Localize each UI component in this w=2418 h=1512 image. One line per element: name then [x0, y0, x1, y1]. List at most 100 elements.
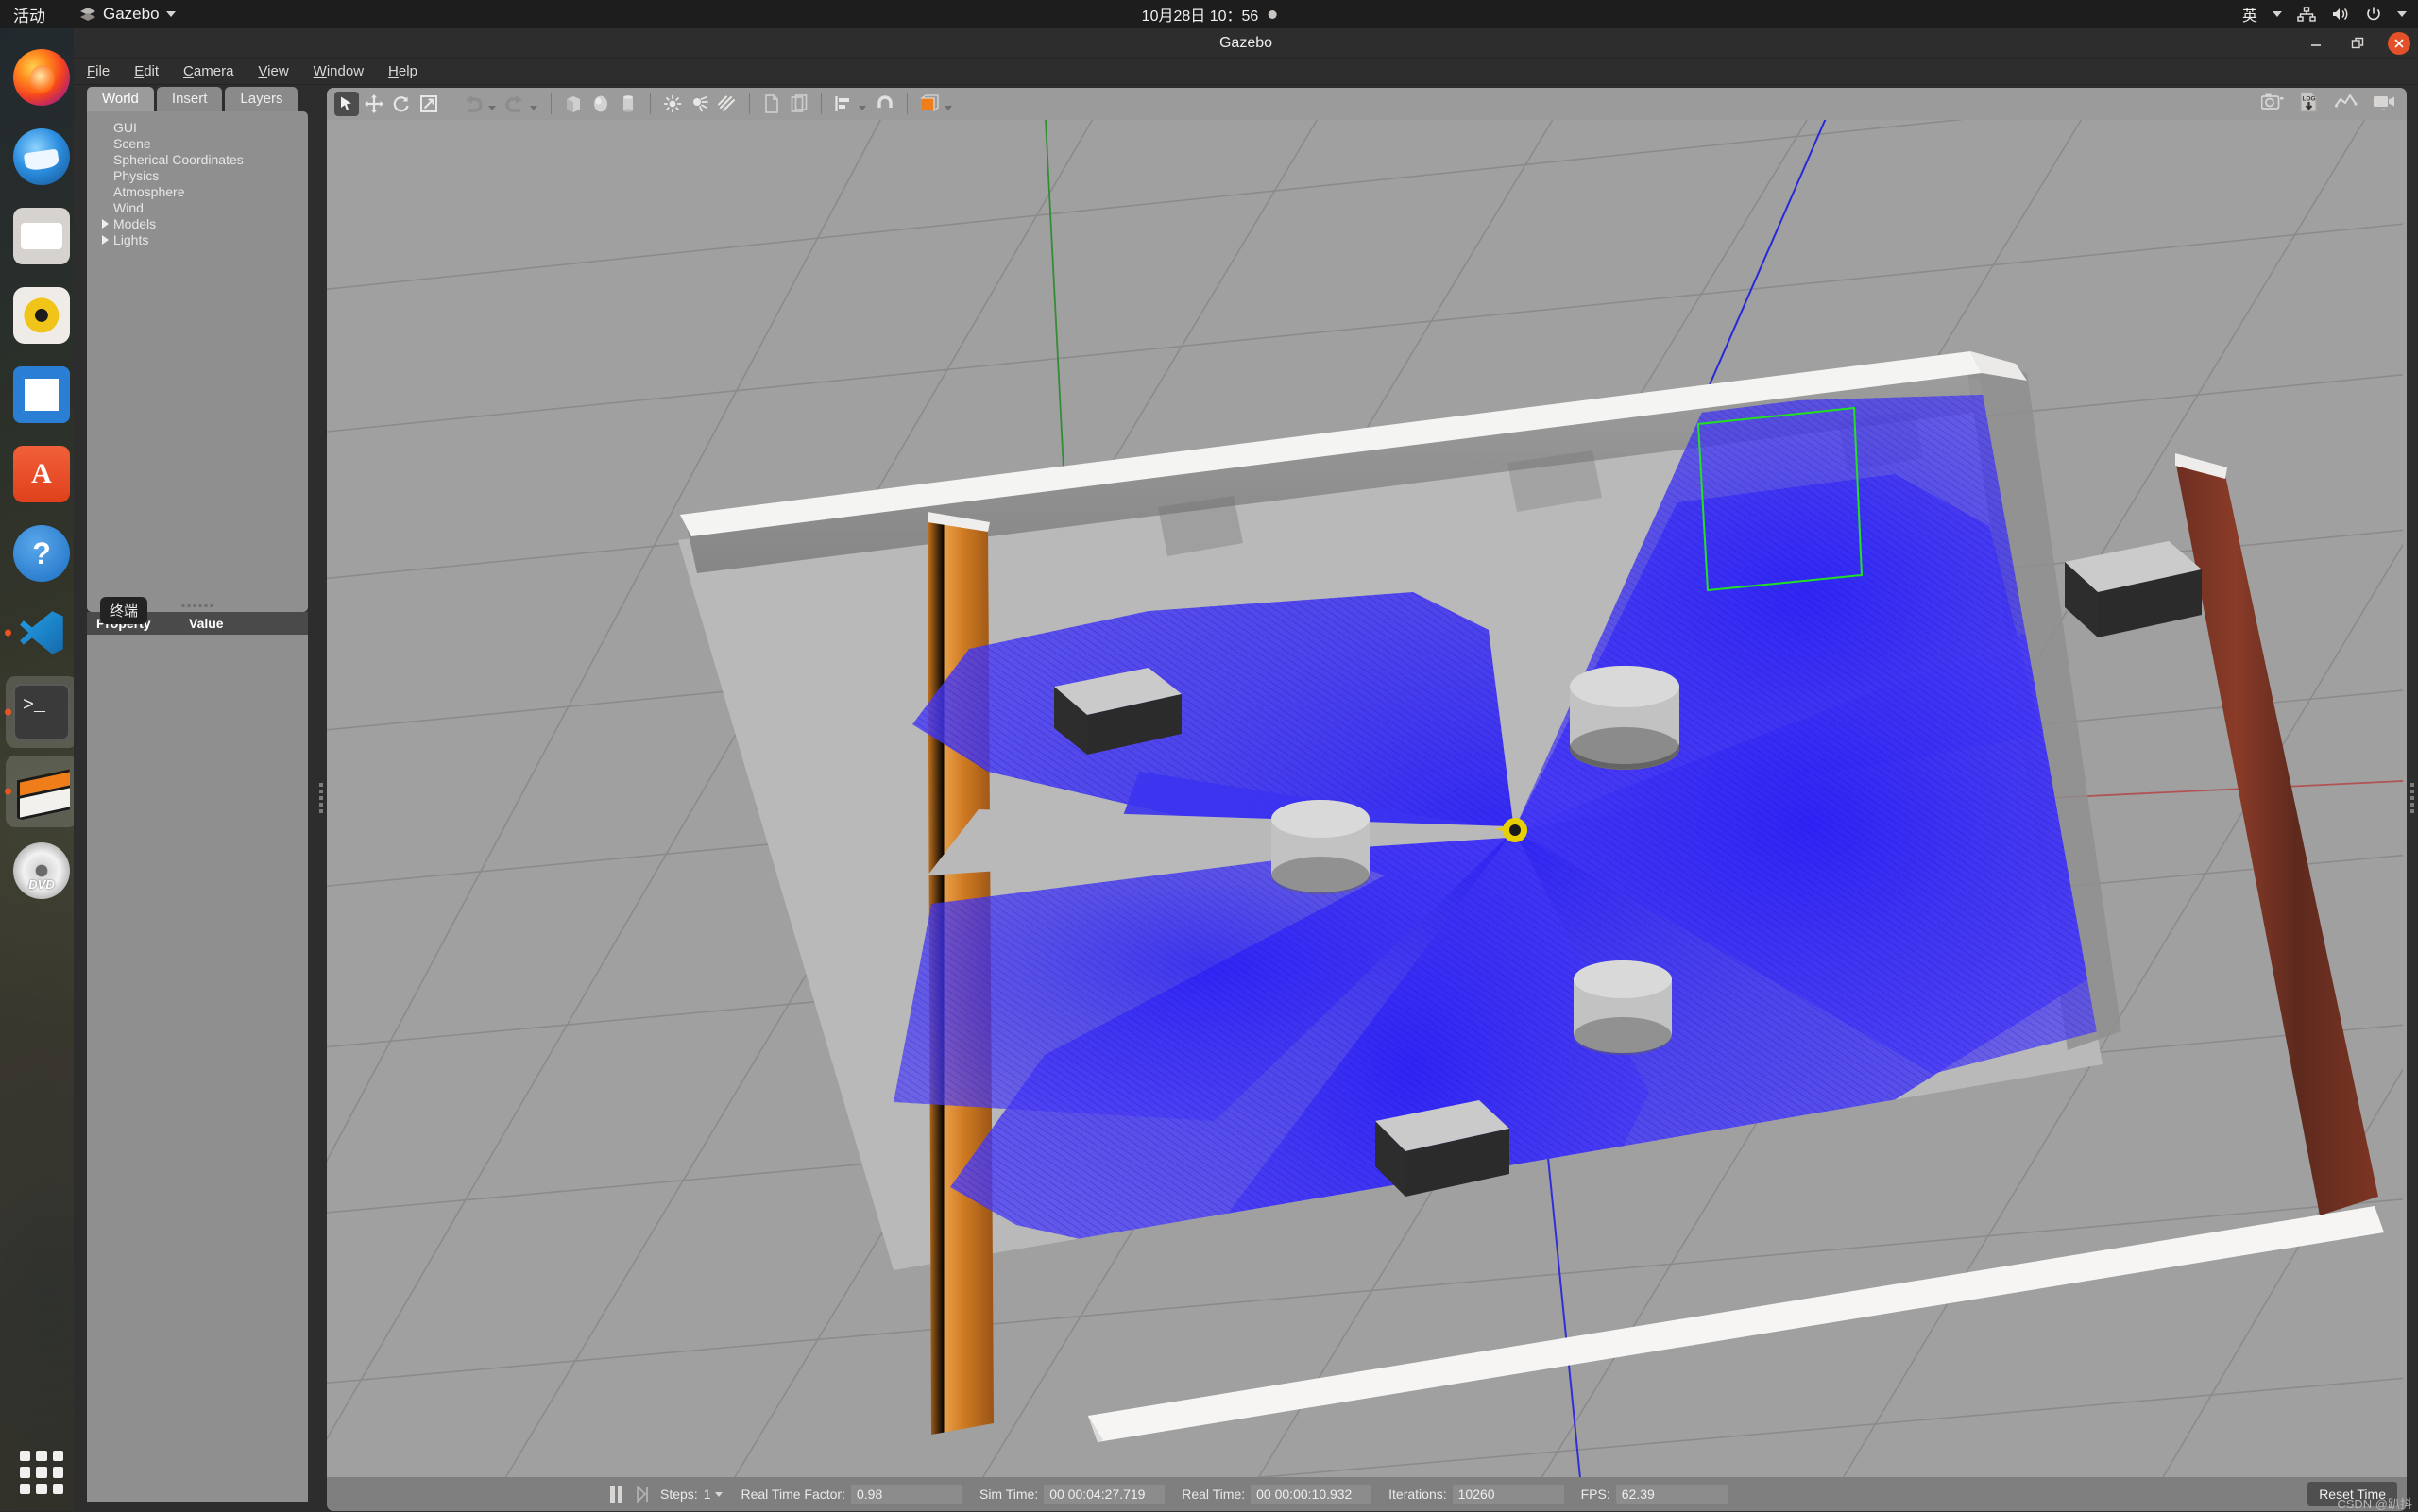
video-record-button[interactable]: [2373, 93, 2395, 115]
plot-button[interactable]: [2335, 93, 2358, 115]
align-button[interactable]: [831, 92, 856, 116]
select-tool-button[interactable]: [334, 92, 359, 116]
tab-world[interactable]: World: [87, 87, 154, 111]
steps-caret-icon[interactable]: [715, 1492, 723, 1497]
system-tray[interactable]: 英: [2242, 3, 2407, 25]
scale-tool-button[interactable]: [417, 92, 441, 116]
dock-item-terminal[interactable]: [6, 676, 77, 748]
menu-accel: E: [134, 63, 144, 79]
3d-viewport[interactable]: [327, 120, 2407, 1477]
translate-tool-button[interactable]: [362, 92, 386, 116]
world-tree[interactable]: GUI Scene Spherical Coordinates Physics …: [87, 111, 308, 612]
activities-button[interactable]: 活动: [13, 3, 45, 26]
apps-grid-dot: [36, 1451, 46, 1461]
menu-rest: amera: [194, 63, 234, 79]
app-menu-button[interactable]: Gazebo: [79, 5, 176, 24]
undo-button[interactable]: [461, 92, 485, 116]
dock-item-rhythmbox[interactable]: [6, 280, 77, 351]
dock-item-software[interactable]: [6, 438, 77, 510]
insert-box-button[interactable]: [561, 92, 586, 116]
directional-light-button[interactable]: [715, 92, 740, 116]
apps-grid-dot: [53, 1467, 63, 1477]
point-light-button[interactable]: [660, 92, 685, 116]
tree-item-physics[interactable]: Physics: [87, 167, 308, 183]
left-splitter[interactable]: [315, 85, 327, 1511]
input-method-label: 英: [2242, 3, 2257, 25]
insert-cylinder-button[interactable]: [616, 92, 640, 116]
paste-button[interactable]: [787, 92, 811, 116]
window-title-bar[interactable]: Gazebo: [74, 28, 2418, 59]
steps-spinner[interactable]: 1: [704, 1487, 723, 1502]
show-applications-button[interactable]: [20, 1451, 63, 1494]
dock-item-gazebo[interactable]: [6, 756, 77, 827]
menu-item-help[interactable]: Help: [388, 63, 417, 79]
chevron-right-icon[interactable]: [102, 235, 109, 245]
menu-item-edit[interactable]: Edit: [134, 63, 159, 79]
menu-rest: ile: [95, 63, 110, 79]
pause-button[interactable]: [610, 1486, 622, 1503]
insert-sphere-button[interactable]: [588, 92, 613, 116]
obstacle-cylinder: [1271, 800, 1370, 894]
close-button[interactable]: [2388, 32, 2410, 55]
menu-item-file[interactable]: File: [87, 63, 110, 79]
help-icon: [13, 525, 70, 582]
tab-insert[interactable]: Insert: [157, 87, 223, 111]
menu-accel: W: [314, 63, 327, 79]
rotate-tool-button[interactable]: [389, 92, 414, 116]
panel-resize-grip[interactable]: [182, 604, 213, 607]
copy-button[interactable]: [759, 92, 784, 116]
grip-dot: [194, 604, 196, 607]
splitter-dots: [2410, 783, 2414, 813]
dock-item-dvd[interactable]: [6, 835, 77, 907]
chevron-right-icon[interactable]: [102, 219, 109, 229]
splitter-dot: [319, 796, 323, 800]
dock-item-vscode[interactable]: [6, 597, 77, 669]
steps-label: Steps:: [660, 1487, 698, 1502]
tree-item-lights[interactable]: Lights: [87, 231, 308, 247]
thunderbird-icon: [13, 128, 70, 185]
clock-button[interactable]: 10月28日 10：56: [1142, 3, 1277, 25]
splitter-dot: [319, 790, 323, 793]
maximize-button[interactable]: [2346, 32, 2369, 55]
menu-item-view[interactable]: View: [258, 63, 288, 79]
menu-item-camera[interactable]: Camera: [183, 63, 233, 79]
dock-item-thunderbird[interactable]: [6, 121, 77, 193]
tree-item-scene[interactable]: Scene: [87, 135, 308, 151]
property-panel: 终端 Property Value: [87, 612, 308, 1502]
undo-dropdown-caret-icon[interactable]: [488, 106, 496, 110]
view-mode-button[interactable]: [917, 92, 942, 116]
tree-item-atmosphere[interactable]: Atmosphere: [87, 183, 308, 199]
menu-item-window[interactable]: Window: [314, 63, 364, 79]
gazebo-window: Gazebo File Edit Camera View Window Help: [74, 28, 2418, 1511]
apps-grid-dot: [36, 1467, 46, 1477]
grip-dot: [199, 604, 202, 607]
redo-button[interactable]: [502, 92, 527, 116]
redo-dropdown-caret-icon[interactable]: [530, 106, 537, 110]
files-folder-icon: [13, 208, 70, 264]
sim-time-value: 00 00:04:27.719: [1044, 1485, 1165, 1504]
dock-item-files[interactable]: [6, 200, 77, 272]
gnome-top-bar: 活动 Gazebo 10月28日 10：56 英: [0, 0, 2418, 28]
log-download-button[interactable]: LOG: [2299, 92, 2320, 117]
tree-item-wind[interactable]: Wind: [87, 199, 308, 215]
dock-item-firefox[interactable]: [6, 42, 77, 113]
tree-item-gui[interactable]: GUI: [87, 119, 308, 135]
dvd-disc-icon: [13, 842, 70, 899]
iterations-value: 10260: [1453, 1485, 1564, 1504]
right-splitter[interactable]: [2407, 85, 2418, 1511]
chevron-down-icon: [166, 11, 176, 17]
dock-item-writer[interactable]: [6, 359, 77, 431]
view-mode-dropdown-caret-icon[interactable]: [945, 106, 952, 110]
screenshot-button[interactable]: [2261, 93, 2284, 115]
tab-layers[interactable]: Layers: [225, 87, 298, 111]
snap-button[interactable]: [873, 92, 897, 116]
spot-light-button[interactable]: [688, 92, 712, 116]
column-header-value: Value: [189, 616, 308, 631]
tree-item-models[interactable]: Models: [87, 215, 308, 231]
minimize-button[interactable]: [2305, 32, 2327, 55]
toolbar-separator: [650, 93, 651, 114]
dock-item-help[interactable]: [6, 518, 77, 589]
align-dropdown-caret-icon[interactable]: [859, 106, 866, 110]
tree-item-spherical-coordinates[interactable]: Spherical Coordinates: [87, 151, 308, 167]
step-forward-button[interactable]: [636, 1486, 649, 1503]
